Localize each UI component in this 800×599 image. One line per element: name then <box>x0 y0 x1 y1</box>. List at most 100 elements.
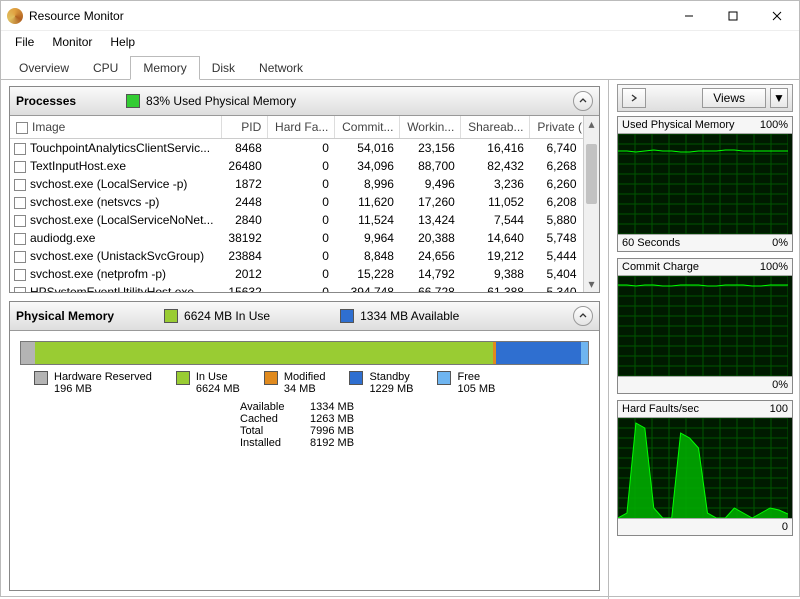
menu-help[interactable]: Help <box>102 33 143 51</box>
charts-expand-button[interactable] <box>622 88 646 108</box>
table-row[interactable]: audiodg.exe 3819209,96420,38814,6405,748 <box>10 229 599 247</box>
chart-used-footleft: 60 Seconds <box>622 237 680 249</box>
scroll-up-icon[interactable]: ▴ <box>584 116 599 132</box>
stat-installed-k: Installed <box>240 437 310 449</box>
scroll-thumb[interactable] <box>586 144 597 204</box>
processes-scrollbar[interactable]: ▴ ▾ <box>583 116 599 292</box>
table-row[interactable]: HPSystemEventUtilityHost.exe 156320394,7… <box>10 283 599 292</box>
chart-commit-canvas <box>618 276 792 376</box>
chart-commit-charge: Commit Charge100% 0% <box>617 258 793 394</box>
physical-memory-title: Physical Memory <box>16 309 114 323</box>
chart-used-footright: 0% <box>772 237 788 249</box>
tab-network[interactable]: Network <box>247 57 315 79</box>
chart-used-max: 100% <box>760 119 788 131</box>
chart-commit-max: 100% <box>760 261 788 273</box>
chart-faults-footright: 0 <box>782 521 788 533</box>
col-working[interactable]: Workin... <box>400 116 461 139</box>
chart-used-memory: Used Physical Memory 100% 60 Seconds 0% <box>617 116 793 252</box>
app-icon <box>7 8 23 24</box>
membar-seg-hardware_reserved <box>21 342 35 364</box>
legend-swatch-hardware_reserved <box>34 371 48 385</box>
table-row[interactable]: svchost.exe (UnistackSvcGroup) 2388408,8… <box>10 247 599 265</box>
views-dropdown-button[interactable]: ▼ <box>770 88 788 108</box>
processes-table-container: Image PID Hard Fa... Commit... Workin...… <box>10 116 599 292</box>
close-button[interactable] <box>755 1 799 31</box>
minimize-button[interactable] <box>667 1 711 31</box>
legend-swatch-free <box>437 371 451 385</box>
legend-value-standby: 1229 MB <box>369 383 413 395</box>
legend-label-in_use: In Use <box>196 371 240 383</box>
legend-hardware_reserved: Hardware Reserved 196 MB <box>34 371 152 395</box>
col-share[interactable]: Shareab... <box>461 116 530 139</box>
legend-label-free: Free <box>457 371 495 383</box>
stat-available-k: Available <box>240 401 310 413</box>
stat-cached-v: 1263 MB <box>310 413 354 425</box>
col-hard[interactable]: Hard Fa... <box>268 116 335 139</box>
maximize-button[interactable] <box>711 1 755 31</box>
select-all-checkbox[interactable] <box>16 122 28 134</box>
table-row[interactable]: TouchpointAnalyticsClientServic... 84680… <box>10 139 599 158</box>
membar-seg-free <box>581 342 588 364</box>
window-title: Resource Monitor <box>29 9 667 23</box>
charts-column: Views ▼ Used Physical Memory 100% 60 Seco… <box>609 80 799 599</box>
row-checkbox[interactable] <box>14 179 26 191</box>
views-button[interactable]: Views <box>702 88 766 108</box>
processes-table: Image PID Hard Fa... Commit... Workin...… <box>10 116 599 292</box>
row-checkbox[interactable] <box>14 287 26 292</box>
legend-swatch-in_use <box>176 371 190 385</box>
chart-faults-max: 100 <box>770 403 788 415</box>
physical-memory-panel: Physical Memory 6624 MB In Use 1334 MB A… <box>9 301 600 591</box>
memory-bar <box>20 341 589 365</box>
processes-collapse-button[interactable] <box>573 91 593 111</box>
row-checkbox[interactable] <box>14 215 26 227</box>
chart-used-title: Used Physical Memory <box>622 119 734 131</box>
in-use-label: 6624 MB In Use <box>184 309 270 323</box>
membar-seg-in_use <box>35 342 494 364</box>
tab-overview[interactable]: Overview <box>7 57 81 79</box>
legend-label-modified: Modified <box>284 371 326 383</box>
table-row[interactable]: svchost.exe (netprofm -p) 2012015,22814,… <box>10 265 599 283</box>
legend-value-in_use: 6624 MB <box>196 383 240 395</box>
chart-hard-faults: Hard Faults/sec 100 0 <box>617 400 793 536</box>
processes-summary-swatch <box>126 94 140 108</box>
menu-monitor[interactable]: Monitor <box>44 33 100 51</box>
row-checkbox[interactable] <box>14 251 26 263</box>
legend-standby: Standby 1229 MB <box>349 371 413 395</box>
available-swatch <box>340 309 354 323</box>
tab-cpu[interactable]: CPU <box>81 57 130 79</box>
legend-modified: Modified 34 MB <box>264 371 326 395</box>
table-row[interactable]: svchost.exe (LocalService -p) 187208,996… <box>10 175 599 193</box>
chart-faults-title: Hard Faults/sec <box>622 403 699 415</box>
row-checkbox[interactable] <box>14 161 26 173</box>
stat-total-v: 7996 MB <box>310 425 354 437</box>
physical-memory-collapse-button[interactable] <box>573 306 593 326</box>
scroll-down-icon[interactable]: ▾ <box>584 276 599 292</box>
chart-faults-canvas <box>618 418 792 518</box>
legend-value-modified: 34 MB <box>284 383 326 395</box>
memory-legend: Hardware Reserved 196 MB In Use 6624 MB … <box>34 371 575 395</box>
row-checkbox[interactable] <box>14 143 26 155</box>
physical-memory-header[interactable]: Physical Memory 6624 MB In Use 1334 MB A… <box>10 302 599 331</box>
available-label: 1334 MB Available <box>360 309 459 323</box>
processes-title: Processes <box>16 94 76 108</box>
legend-swatch-modified <box>264 371 278 385</box>
col-image[interactable]: Image <box>10 116 222 139</box>
menu-file[interactable]: File <box>7 33 42 51</box>
legend-swatch-standby <box>349 371 363 385</box>
tab-disk[interactable]: Disk <box>200 57 247 79</box>
table-row[interactable]: svchost.exe (LocalServiceNoNet... 284001… <box>10 211 599 229</box>
row-checkbox[interactable] <box>14 233 26 245</box>
stat-available-v: 1334 MB <box>310 401 354 413</box>
col-commit[interactable]: Commit... <box>335 116 400 139</box>
menubar: File Monitor Help <box>1 31 799 53</box>
table-row[interactable]: TextInputHost.exe 26480034,09688,70082,4… <box>10 157 599 175</box>
table-row[interactable]: svchost.exe (netsvcs -p) 2448011,62017,2… <box>10 193 599 211</box>
titlebar: Resource Monitor <box>1 1 799 31</box>
legend-in_use: In Use 6624 MB <box>176 371 240 395</box>
tab-memory[interactable]: Memory <box>130 56 199 80</box>
chart-commit-title: Commit Charge <box>622 261 699 273</box>
row-checkbox[interactable] <box>14 197 26 209</box>
col-pid[interactable]: PID <box>222 116 268 139</box>
row-checkbox[interactable] <box>14 269 26 281</box>
processes-header[interactable]: Processes 83% Used Physical Memory <box>10 87 599 116</box>
